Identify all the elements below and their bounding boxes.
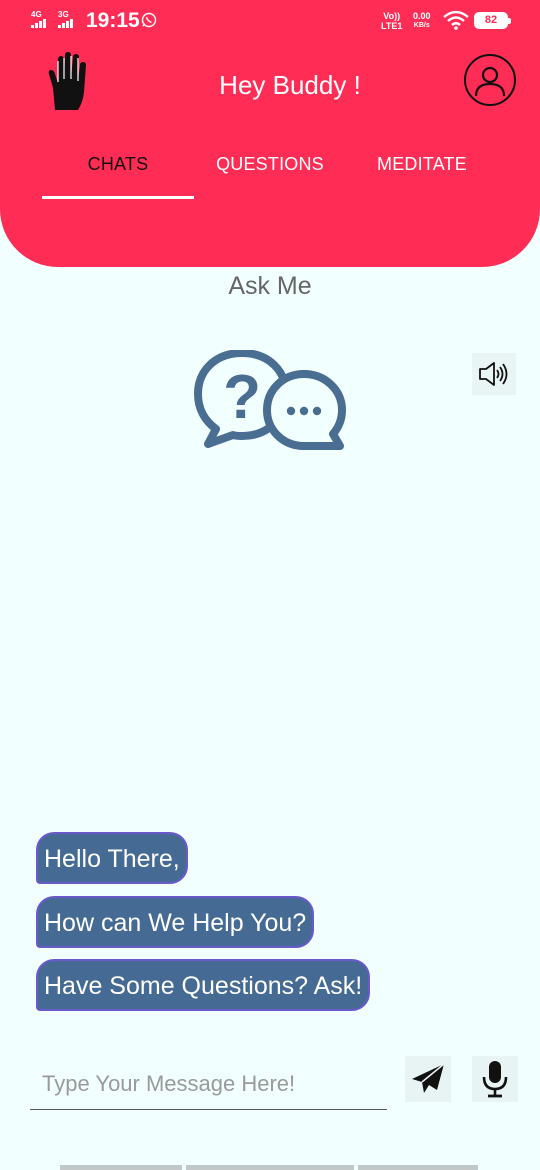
- nav-bar-segment: [60, 1165, 182, 1170]
- tab-bar: CHATS QUESTIONS MEDITATE: [0, 140, 540, 200]
- speaker-icon: [479, 362, 508, 386]
- speaker-button[interactable]: [472, 353, 516, 395]
- chat-bubble: How can We Help You?: [36, 896, 315, 948]
- profile-icon: [474, 66, 506, 97]
- volte-line1: Vo)): [383, 11, 401, 21]
- svg-text:?: ?: [223, 363, 261, 432]
- hand-icon[interactable]: [46, 52, 88, 110]
- signal-icon: [58, 19, 73, 28]
- send-button[interactable]: [405, 1056, 451, 1102]
- battery-level: 82: [484, 14, 498, 26]
- volte-indicator: Vo)) LTE1: [381, 11, 402, 31]
- chat-bubble: Have Some Questions? Ask!: [36, 959, 371, 1011]
- chat-bubble: Hello There,: [36, 832, 188, 884]
- tab-meditate[interactable]: MEDITATE: [346, 154, 498, 184]
- sim2-signal: 3G: [58, 10, 73, 28]
- sim2-network-label: 3G: [58, 10, 69, 19]
- volte-line2: LTE1: [381, 21, 403, 31]
- whatsapp-icon: [141, 12, 157, 28]
- nav-bar-segment: [358, 1165, 478, 1170]
- tab-questions[interactable]: QUESTIONS: [194, 154, 346, 184]
- sim1-network-label: 4G: [31, 10, 42, 19]
- status-time: 19:15: [86, 9, 140, 32]
- send-icon: [412, 1063, 445, 1093]
- battery-icon: 82: [474, 12, 511, 29]
- profile-button[interactable]: [464, 54, 516, 106]
- mic-icon: [482, 1061, 508, 1098]
- speed-value: 0.00: [413, 11, 431, 21]
- message-input[interactable]: [30, 1058, 387, 1110]
- question-chat-icon: ?: [194, 350, 346, 450]
- page-title: Hey Buddy !: [219, 70, 361, 100]
- tab-chats[interactable]: CHATS: [42, 154, 194, 184]
- status-bar: 4G 3G 19:15 Vo)) LTE1 0.00 KB/s 82: [0, 0, 540, 42]
- network-speed: 0.00 KB/s: [413, 11, 431, 31]
- speed-unit: KB/s: [413, 22, 430, 29]
- mic-button[interactable]: [472, 1056, 518, 1102]
- sim1-signal: 4G: [31, 10, 46, 28]
- app-header: 4G 3G 19:15 Vo)) LTE1 0.00 KB/s 82 Hey B…: [0, 0, 540, 267]
- tab-indicator: [42, 196, 194, 199]
- ask-me-heading: Ask Me: [228, 272, 312, 300]
- wifi-icon: [443, 10, 469, 30]
- nav-bar-segment: [186, 1165, 354, 1170]
- signal-icon: [31, 19, 46, 28]
